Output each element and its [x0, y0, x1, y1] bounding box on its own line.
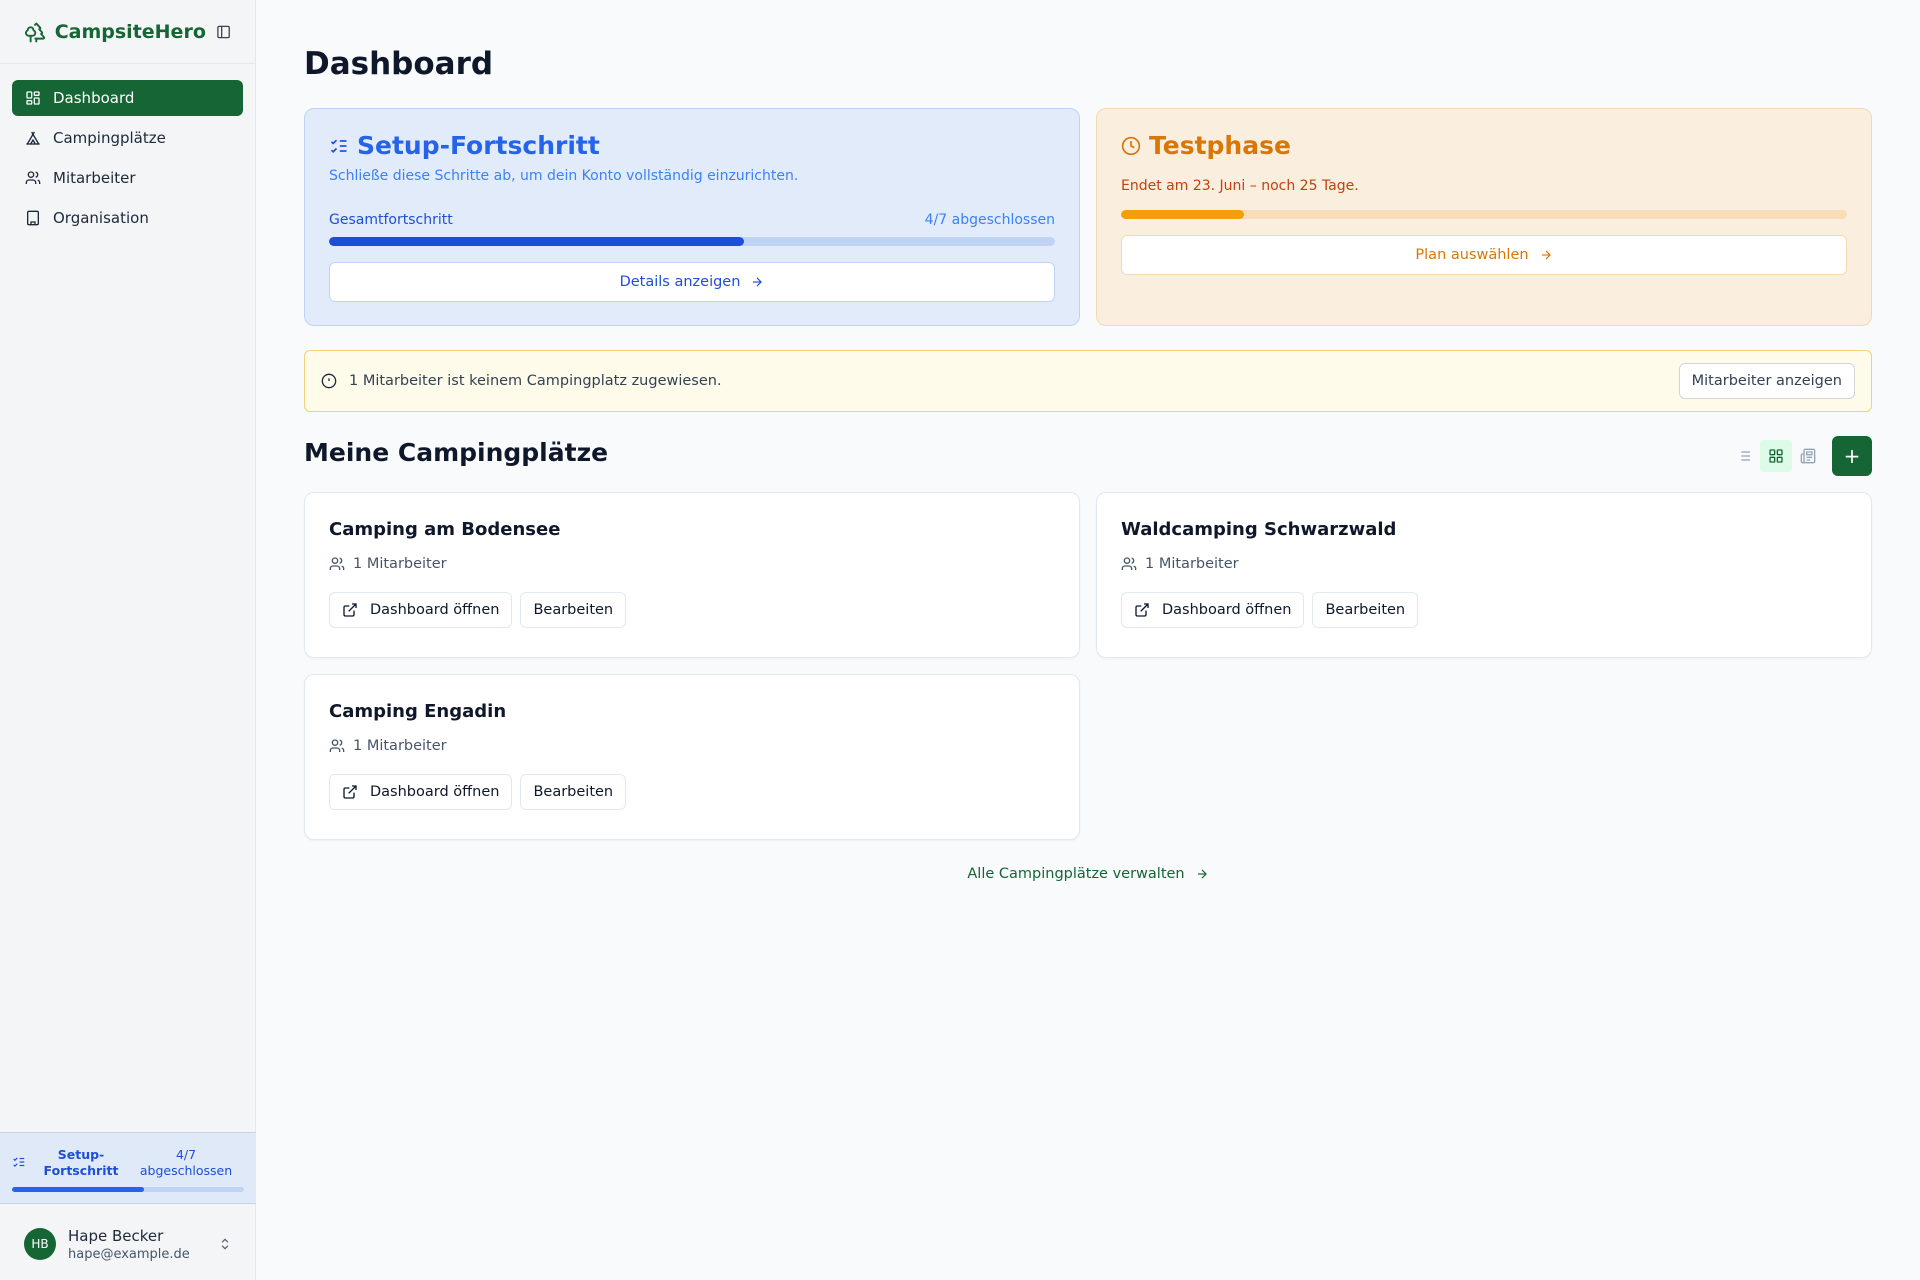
users-icon [25, 171, 41, 184]
arrow-right-icon [1541, 250, 1551, 260]
grid-icon [26, 91, 40, 105]
checklist-icon [13, 1157, 25, 1167]
campsite-staff: 1 Mitarbeiter [1121, 556, 1847, 572]
sidebar-item-campingplaetze[interactable]: Campingplätze [12, 120, 243, 156]
setup-card-title: Setup-Fortschritt [357, 131, 600, 160]
setup-progress-bar [329, 237, 1055, 246]
show-staff-button[interactable]: Mitarbeiter anzeigen [1678, 363, 1855, 399]
users-icon [329, 739, 345, 752]
details-button-label: Details anzeigen [619, 274, 741, 290]
user-name: Hape Becker [68, 1226, 164, 1245]
campsite-name: Waldcamping Schwarzwald [1121, 519, 1397, 540]
campsite-staff: 1 Mitarbeiter [329, 738, 1055, 754]
details-button[interactable]: Details anzeigen [329, 262, 1055, 302]
sidebar-item-organisation[interactable]: Organisation [12, 200, 243, 236]
avatar: HB [24, 1228, 56, 1260]
checklist-icon [330, 139, 347, 153]
sidebar-item-label: Organisation [53, 209, 149, 227]
campsite-card: Camping am Bodensee 1 Mitarbeiter Dashbo… [304, 492, 1080, 658]
setup-card-description: Schließe diese Schritte ab, um dein Kont… [329, 168, 799, 184]
main-content: Dashboard Setup-Fortschritt Schließe die… [256, 0, 1920, 1280]
campsite-card: Waldcamping Schwarzwald 1 Mitarbeiter Da… [1096, 492, 1872, 658]
open-dashboard-button[interactable]: Dashboard öffnen [329, 592, 513, 628]
users-icon [329, 557, 345, 570]
arrow-right-icon [1197, 869, 1207, 879]
sidebar-nav: Dashboard Campingplätze Mitarbeiter Orga… [0, 64, 255, 256]
sidebar-item-label: Campingplätze [53, 129, 166, 147]
open-dashboard-button[interactable]: Dashboard öffnen [329, 774, 513, 810]
compact-view-button[interactable] [1792, 440, 1824, 472]
grid-view-button[interactable] [1760, 440, 1792, 472]
user-menu[interactable]: HB Hape Becker hape@example.de [0, 1208, 256, 1280]
sidebar-item-dashboard[interactable]: Dashboard [12, 80, 243, 116]
progress-label: Gesamtfortschritt [329, 212, 453, 228]
campsite-name: Camping Engadin [329, 701, 507, 722]
campsite-staff: 1 Mitarbeiter [329, 556, 1055, 572]
trial-card: Testphase Endet am 23. Juni – noch 25 Ta… [1096, 108, 1872, 326]
edit-button[interactable]: Bearbeiten [520, 774, 627, 810]
chevrons-up-down-icon [221, 1238, 229, 1250]
alert-message: 1 Mitarbeiter ist keinem Campingplatz zu… [349, 373, 722, 389]
trial-progress-fill [1121, 210, 1245, 219]
building-icon [27, 210, 39, 226]
sidebar-progress-fill [12, 1187, 145, 1192]
trial-progress-bar [1121, 210, 1847, 219]
user-email: hape@example.de [68, 1246, 190, 1262]
arrow-right-icon [753, 277, 763, 287]
list-icon [1738, 451, 1750, 461]
clock-icon [1121, 136, 1141, 155]
edit-button[interactable]: Bearbeiten [520, 592, 627, 628]
campsites-section-title: Meine Campingplätze [304, 438, 609, 467]
external-link-icon [343, 603, 357, 617]
staff-count: 1 Mitarbeiter [1145, 556, 1239, 572]
alert-circle-icon [321, 373, 337, 389]
sidebar-progress-bar [12, 1187, 244, 1192]
grid-icon [1769, 449, 1783, 463]
manage-all-campsites-link[interactable]: Alle Campingplätze verwalten [304, 866, 1872, 882]
users-icon [1121, 557, 1137, 570]
list-view-button[interactable] [1728, 440, 1760, 472]
campsite-name: Camping am Bodensee [329, 519, 561, 540]
edit-button[interactable]: Bearbeiten [1312, 592, 1419, 628]
external-link-icon [343, 785, 357, 799]
choose-plan-label: Plan auswählen [1415, 247, 1529, 263]
sidebar: CampsiteHero Dashboard Campingplätze Mit… [0, 0, 256, 1280]
external-link-icon [1135, 603, 1149, 617]
unassigned-staff-alert: 1 Mitarbeiter ist keinem Campingplatz zu… [304, 350, 1872, 412]
progress-count: 4/7 abgeschlossen [924, 212, 1055, 228]
campsite-card: Camping Engadin 1 Mitarbeiter Dashboard … [304, 674, 1080, 840]
sidebar-progress-label: Setup-Fortschritt [43, 1147, 119, 1178]
tree-logo-icon [25, 22, 46, 42]
sidebar-item-label: Dashboard [53, 89, 135, 107]
staff-count: 1 Mitarbeiter [353, 738, 447, 754]
sidebar-item-label: Mitarbeiter [53, 169, 136, 187]
page-title: Dashboard [304, 46, 494, 82]
brand: CampsiteHero [0, 0, 255, 64]
setup-progress-card: Setup-Fortschritt Schließe diese Schritt… [304, 108, 1080, 326]
add-campsite-button[interactable]: + [1832, 436, 1872, 476]
setup-progress-fill [329, 237, 744, 246]
choose-plan-button[interactable]: Plan auswählen [1121, 235, 1847, 275]
trial-card-description: Endet am 23. Juni – noch 25 Tage. [1121, 178, 1359, 194]
tent-icon [26, 131, 40, 145]
newspaper-icon [1800, 448, 1816, 464]
manage-link-label: Alle Campingplätze verwalten [967, 866, 1185, 882]
trial-card-title: Testphase [1149, 131, 1291, 160]
open-dashboard-button[interactable]: Dashboard öffnen [1121, 592, 1305, 628]
open-dashboard-label: Dashboard öffnen [370, 784, 500, 800]
sidebar-setup-progress[interactable]: Setup-Fortschritt 4/7 abgeschlossen [0, 1132, 256, 1204]
staff-count: 1 Mitarbeiter [353, 556, 447, 572]
sidebar-toggle-icon[interactable] [216, 24, 231, 40]
sidebar-progress-count: 4/7 abgeschlossen [139, 1147, 233, 1178]
view-mode-toggle [1728, 440, 1824, 472]
brand-name: CampsiteHero [54, 20, 206, 43]
open-dashboard-label: Dashboard öffnen [1162, 602, 1292, 618]
sidebar-item-mitarbeiter[interactable]: Mitarbeiter [12, 160, 243, 196]
open-dashboard-label: Dashboard öffnen [370, 602, 500, 618]
